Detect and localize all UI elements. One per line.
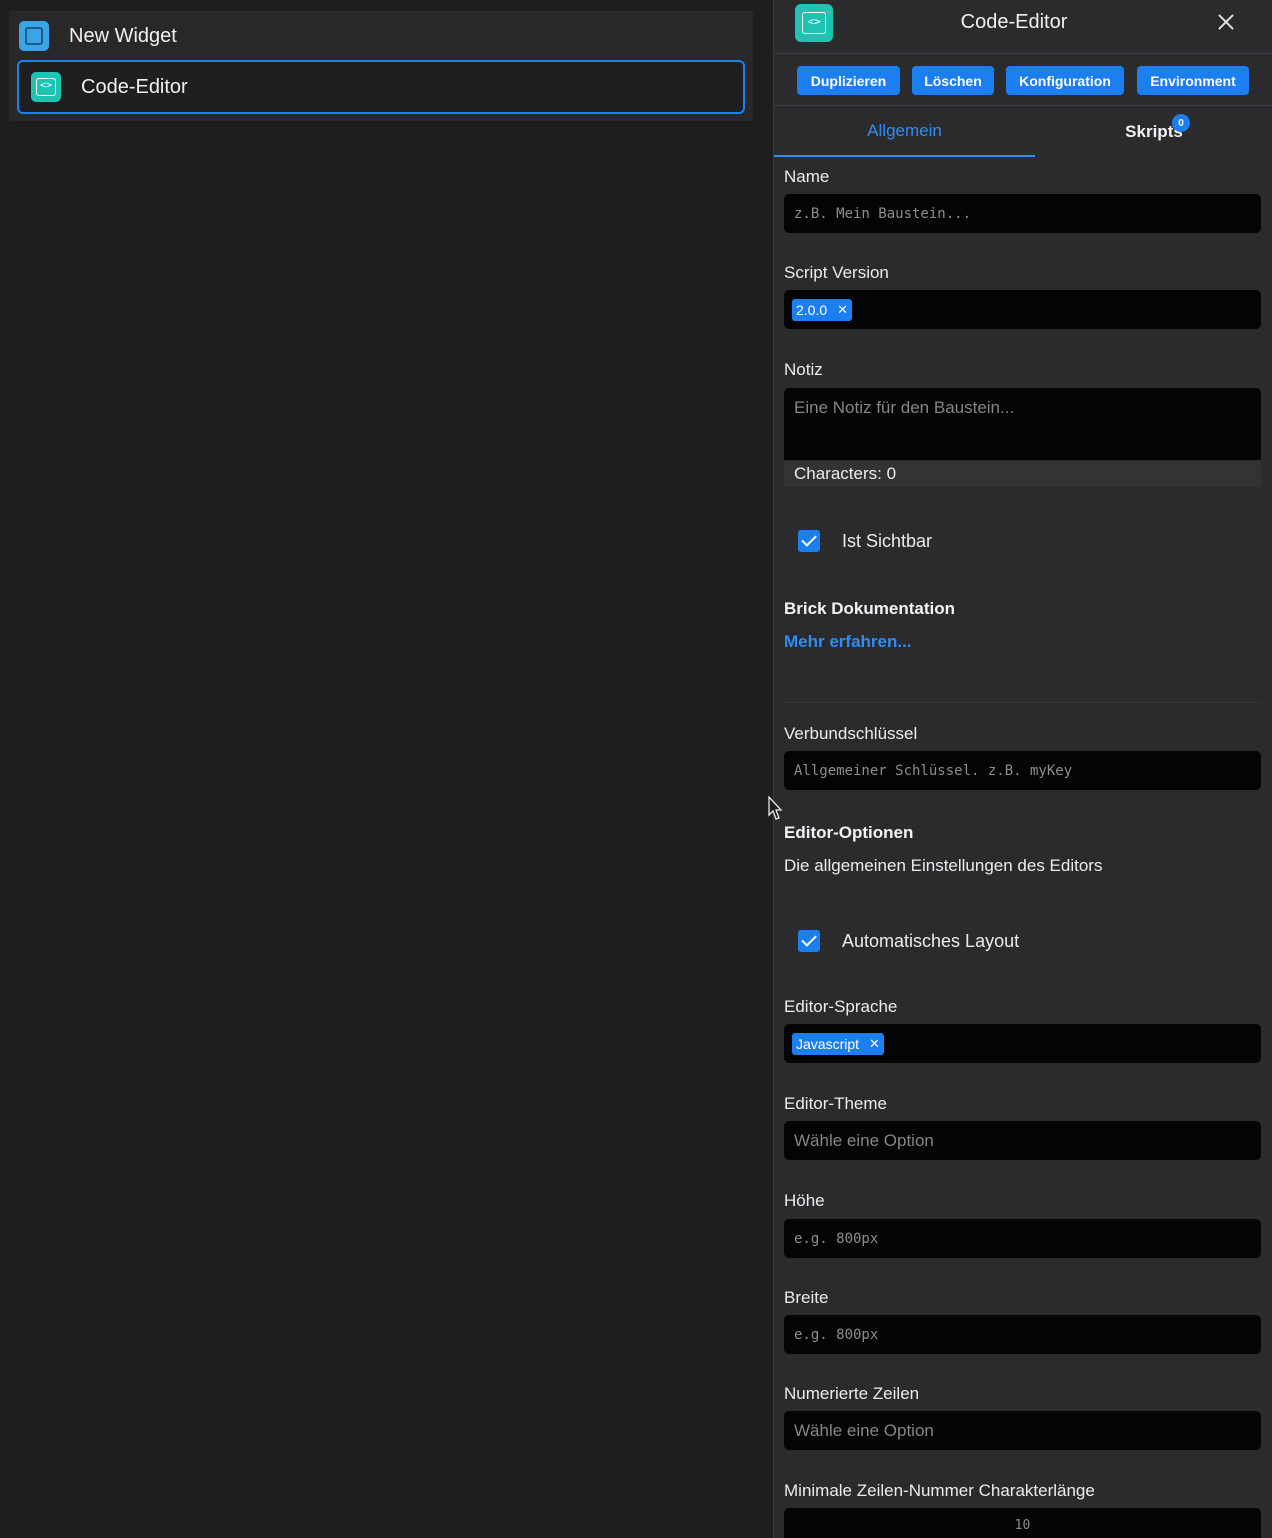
auto-layout-checkbox[interactable] bbox=[798, 930, 820, 952]
visible-checkbox[interactable] bbox=[798, 530, 820, 552]
tree-item-new-widget[interactable]: New Widget bbox=[9, 13, 753, 59]
remove-tag-icon[interactable]: ✕ bbox=[837, 302, 848, 318]
script-version-select[interactable]: 2.0.0 ✕ bbox=[784, 290, 1261, 329]
canvas-area: New Widget <> Code-Editor bbox=[0, 0, 773, 1538]
height-label: Höhe bbox=[784, 1191, 825, 1210]
min-line-chars-label: Minimale Zeilen-Nummer Charakterlänge bbox=[784, 1481, 1095, 1500]
language-label: Editor-Sprache bbox=[784, 997, 898, 1016]
divider bbox=[784, 702, 1261, 703]
environment-button[interactable]: Environment bbox=[1137, 66, 1249, 95]
editor-options-title: Editor-Optionen bbox=[784, 823, 914, 842]
docs-title: Brick Dokumentation bbox=[784, 599, 955, 618]
delete-button[interactable]: Löschen bbox=[912, 66, 994, 95]
auto-layout-checkbox-row[interactable]: Automatisches Layout bbox=[798, 930, 1019, 952]
note-textarea[interactable]: Eine Notiz für den Baustein... bbox=[784, 388, 1261, 460]
height-input[interactable]: e.g. 800px bbox=[784, 1219, 1261, 1258]
panel-tabs: Allgemein Skripts 0 bbox=[774, 107, 1272, 157]
mouse-cursor-icon bbox=[768, 796, 783, 820]
language-tag: Javascript ✕ bbox=[792, 1033, 884, 1055]
name-input[interactable]: z.B. Mein Baustein... bbox=[784, 194, 1261, 233]
compound-key-label: Verbundschlüssel bbox=[784, 724, 918, 743]
component-tree: New Widget <> Code-Editor bbox=[9, 11, 753, 121]
tab-general[interactable]: Allgemein bbox=[774, 107, 1035, 157]
name-label: Name bbox=[784, 167, 830, 186]
panel-title: Code-Editor bbox=[960, 11, 1068, 33]
widget-icon bbox=[19, 21, 49, 51]
language-select[interactable]: Javascript ✕ bbox=[784, 1024, 1261, 1063]
panel-header: <> Code-Editor bbox=[774, 0, 1272, 54]
note-character-counter: Characters: 0 bbox=[784, 461, 1261, 487]
width-label: Breite bbox=[784, 1288, 829, 1307]
tree-item-code-editor[interactable]: <> Code-Editor bbox=[17, 60, 745, 114]
auto-layout-label: Automatisches Layout bbox=[842, 930, 1020, 951]
tree-item-label: Code-Editor bbox=[81, 75, 188, 98]
visible-checkbox-label: Ist Sichtbar bbox=[842, 530, 933, 551]
tab-scripts[interactable]: Skripts bbox=[1035, 107, 1272, 157]
properties-panel: <> Code-Editor Duplizieren Löschen Konfi… bbox=[773, 0, 1272, 1538]
min-line-chars-input[interactable]: 10 bbox=[784, 1508, 1261, 1538]
docs-link[interactable]: Mehr erfahren... bbox=[784, 632, 912, 652]
theme-select[interactable]: Wähle eine Option bbox=[784, 1121, 1261, 1160]
action-bar: Duplizieren Löschen Konfiguration Enviro… bbox=[774, 66, 1272, 106]
note-label: Notiz bbox=[784, 360, 823, 379]
scripts-count-badge: 0 bbox=[1172, 114, 1190, 132]
compound-key-input[interactable]: Allgemeiner Schlüssel. z.B. myKey bbox=[784, 751, 1261, 790]
configuration-button[interactable]: Konfiguration bbox=[1006, 66, 1124, 95]
tree-item-label: New Widget bbox=[69, 24, 177, 47]
theme-label: Editor-Theme bbox=[784, 1094, 887, 1113]
visible-checkbox-row[interactable]: Ist Sichtbar bbox=[798, 530, 932, 552]
close-icon[interactable] bbox=[1214, 10, 1238, 34]
code-editor-icon: <> bbox=[31, 72, 61, 102]
line-numbers-label: Numerierte Zeilen bbox=[784, 1384, 920, 1403]
width-input[interactable]: e.g. 800px bbox=[784, 1315, 1261, 1354]
script-version-label: Script Version bbox=[784, 263, 889, 282]
line-numbers-select[interactable]: Wähle eine Option bbox=[784, 1411, 1261, 1450]
duplicate-button[interactable]: Duplizieren bbox=[797, 66, 900, 95]
remove-tag-icon[interactable]: ✕ bbox=[869, 1036, 880, 1052]
script-version-tag: 2.0.0 ✕ bbox=[792, 299, 853, 321]
editor-options-description: Die allgemeinen Einstellungen des Editor… bbox=[784, 856, 1103, 875]
